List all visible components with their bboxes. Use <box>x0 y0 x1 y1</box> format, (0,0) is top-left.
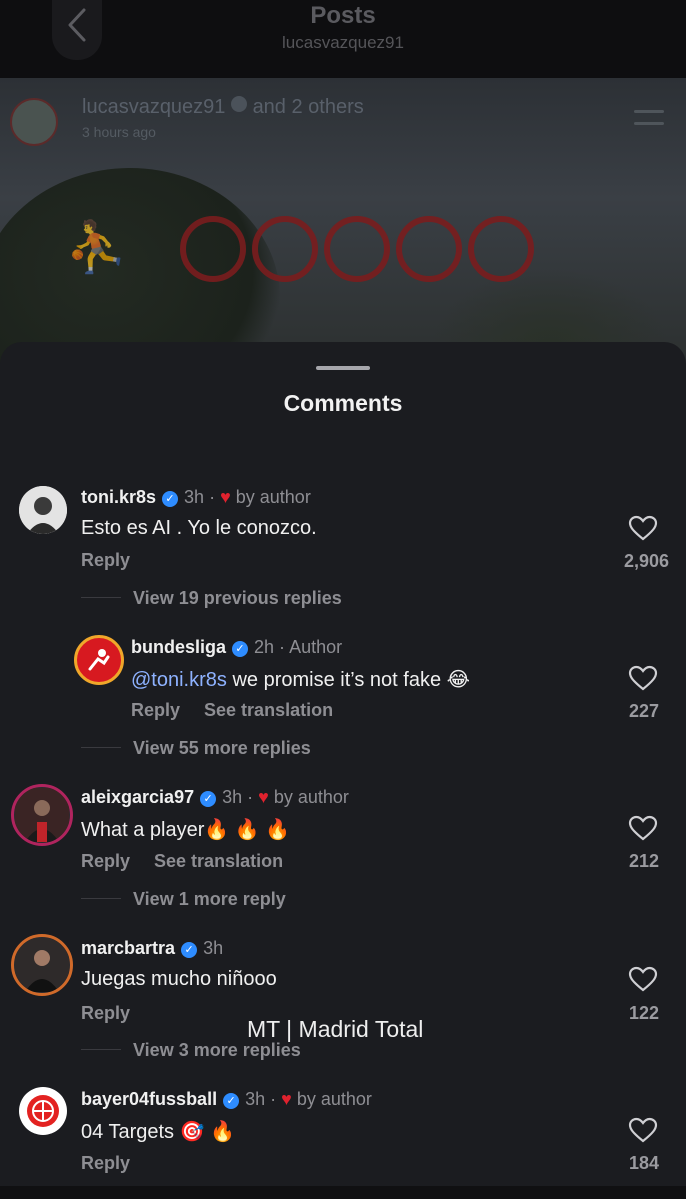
heart-icon[interactable] <box>628 966 658 992</box>
comment-header: toni.kr8s ✓ 3h · ♥ by author <box>81 487 311 507</box>
avatar[interactable] <box>74 635 124 685</box>
like-count: 227 <box>628 701 659 721</box>
avatar[interactable] <box>19 486 67 534</box>
username[interactable]: toni.kr8s <box>81 487 156 507</box>
drag-handle[interactable] <box>316 366 370 370</box>
reply-button[interactable]: Reply <box>81 851 130 871</box>
post-collab: and 2 others <box>252 96 364 118</box>
person-avatar-icon <box>19 486 67 534</box>
comment-actions: Reply See translation <box>81 851 307 872</box>
rings-graphic <box>180 216 534 282</box>
author-like-badge: by author <box>296 1089 372 1109</box>
avatar[interactable] <box>19 1087 67 1135</box>
author-like-badge: by author <box>235 487 311 507</box>
comment-text: Esto es AI . Yo le conozco. <box>81 517 317 539</box>
heart-filled-icon: ♥ <box>220 487 231 507</box>
username[interactable]: aleixgarcia97 <box>81 787 194 807</box>
comment-text: What a player🔥 🔥 🔥 <box>81 819 291 841</box>
comment-time: 3h <box>222 787 243 807</box>
see-translation-button[interactable]: See translation <box>154 851 283 871</box>
verified-icon: ✓ <box>162 491 179 507</box>
post-author[interactable]: lucasvazquez91 and 2 others <box>82 96 364 119</box>
comment-actions: Reply <box>81 1003 154 1024</box>
mention-link[interactable]: @toni.kr8s <box>131 669 227 691</box>
verified-icon: ✓ <box>232 641 249 657</box>
verified-icon: ✓ <box>181 942 198 958</box>
like-count: 212 <box>628 851 659 871</box>
heart-icon[interactable] <box>628 515 658 541</box>
avatar[interactable] <box>11 784 73 846</box>
page-title: Posts <box>310 2 376 29</box>
comments-sheet: Comments <box>0 342 686 1199</box>
view-replies-button[interactable]: View 19 previous replies <box>81 588 342 609</box>
post-author-avatar[interactable] <box>10 98 58 146</box>
comment-text: 04 Targets 🎯 🔥 <box>81 1121 235 1143</box>
comment-header: bayer04fussball ✓ 3h · ♥ by author <box>81 1089 372 1109</box>
post-media[interactable]: lucasvazquez91 and 2 others 3 hours ago … <box>0 78 686 378</box>
like-count: 2,906 <box>623 551 669 571</box>
bundesliga-logo-icon <box>88 649 110 671</box>
comment-text: @toni.kr8s we promise it’s not fake 😂 <box>131 669 470 691</box>
username[interactable]: marcbartra <box>81 938 175 958</box>
reply-button[interactable]: Reply <box>131 700 180 720</box>
see-translation-button[interactable]: See translation <box>204 700 333 720</box>
verified-icon: ✓ <box>200 791 217 807</box>
reply-button[interactable]: Reply <box>81 1153 130 1173</box>
top-nav-bar: Posts lucasvazquez91 <box>0 0 686 78</box>
bottom-bar <box>0 1186 686 1199</box>
verified-icon: ✓ <box>223 1093 240 1109</box>
comment-text: Juegas mucho niñooo <box>81 968 277 990</box>
comment-header: marcbartra ✓ 3h <box>81 938 223 959</box>
heart-filled-icon: ♥ <box>258 787 269 807</box>
username[interactable]: bundesliga <box>131 637 226 657</box>
view-replies-button[interactable]: View 55 more replies <box>81 738 311 759</box>
heart-icon[interactable] <box>628 1117 658 1143</box>
avatar[interactable] <box>11 934 73 996</box>
reply-button[interactable]: Reply <box>81 550 130 570</box>
comment-time: 3h <box>184 487 205 507</box>
like-count: 184 <box>628 1153 659 1173</box>
page-subtitle: lucasvazquez91 <box>282 33 404 52</box>
username[interactable]: bayer04fussball <box>81 1089 217 1109</box>
view-replies-button[interactable]: View 3 more replies <box>81 1040 301 1061</box>
view-replies-button[interactable]: View 1 more reply <box>81 889 286 910</box>
post-time: 3 hours ago <box>82 124 156 140</box>
comment-header: bundesliga ✓ 2h · Author <box>131 637 343 657</box>
heart-filled-icon: ♥ <box>281 1089 292 1109</box>
comment-time: 3h <box>245 1089 266 1109</box>
author-like-badge: by author <box>273 787 349 807</box>
more-options-icon[interactable] <box>634 110 664 134</box>
comment-actions: Reply See translation <box>131 700 357 721</box>
comment-header: aleixgarcia97 ✓ 3h · ♥ by author <box>81 787 349 807</box>
reply-button[interactable]: Reply <box>81 1003 130 1023</box>
heart-icon[interactable] <box>628 665 658 691</box>
heart-icon[interactable] <box>628 815 658 841</box>
bayer-logo-icon <box>27 1095 59 1127</box>
watermark: MT | Madrid Total <box>247 1016 424 1042</box>
comment-actions: Reply <box>81 1153 154 1174</box>
author-badge: Author <box>289 637 343 657</box>
comment-time: 2h <box>254 637 275 657</box>
verified-icon <box>231 96 247 112</box>
comment-time: 3h <box>203 938 224 958</box>
bundesliga-logo-icon: ⛹ <box>65 219 128 275</box>
like-count: 122 <box>628 1003 659 1023</box>
person-avatar-icon <box>15 788 69 842</box>
comment-actions: Reply <box>81 550 154 571</box>
sheet-title: Comments <box>283 390 403 416</box>
person-avatar-icon <box>15 938 69 992</box>
